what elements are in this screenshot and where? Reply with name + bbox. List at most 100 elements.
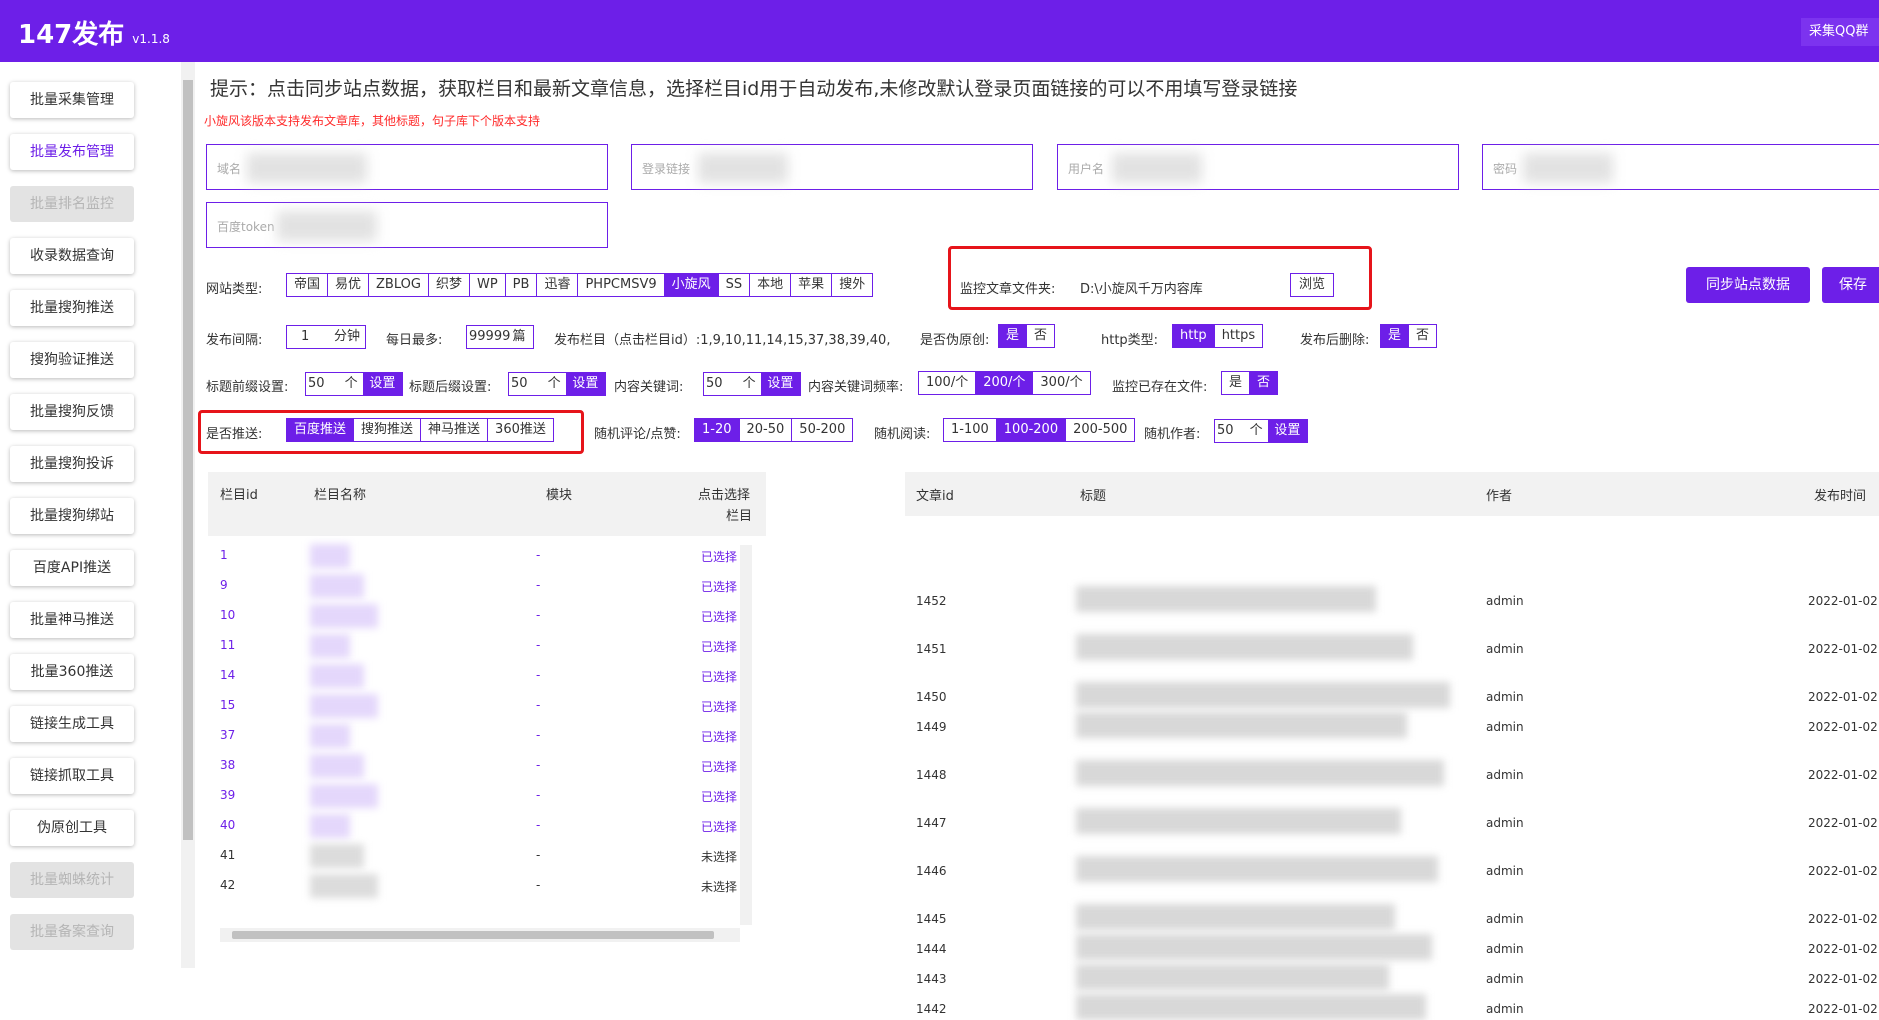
columns-hscroll-thumb[interactable]: [232, 931, 714, 939]
read-option-2[interactable]: 200-500: [1066, 419, 1134, 441]
sidebar-scrollbar-thumb[interactable]: [183, 80, 193, 840]
column-id[interactable]: 9: [220, 578, 228, 592]
author-set-button[interactable]: 设置: [1267, 420, 1307, 442]
column-id[interactable]: 11: [220, 638, 235, 652]
daily-input[interactable]: 99999 篇: [466, 325, 534, 349]
column-select-toggle[interactable]: 已选择: [701, 578, 737, 595]
sidebar-item-11[interactable]: 批量360推送: [10, 654, 134, 690]
column-select-toggle[interactable]: 未选择: [701, 848, 737, 865]
site-type-option-11[interactable]: 苹果: [791, 274, 833, 296]
column-id[interactable]: 38: [220, 758, 235, 772]
site-type-option-5[interactable]: PB: [506, 274, 538, 296]
column-select-toggle[interactable]: 已选择: [701, 728, 737, 745]
push-option-3[interactable]: 360推送: [488, 419, 553, 441]
sidebar-item-7[interactable]: 批量搜狗投诉: [10, 446, 134, 482]
pseudo-option-1[interactable]: 否: [1027, 325, 1054, 347]
sidebar-item-13[interactable]: 链接抓取工具: [10, 758, 134, 794]
prefix-set-button[interactable]: 设置: [362, 373, 402, 395]
column-id[interactable]: 39: [220, 788, 235, 802]
columns-vscroll[interactable]: [740, 545, 752, 925]
password-field[interactable]: 密码: [1482, 144, 1879, 190]
sidebar-item-8[interactable]: 批量搜狗绑站: [10, 498, 134, 534]
sidebar-item-14[interactable]: 伪原创工具: [10, 810, 134, 846]
delete-option-0[interactable]: 是: [1381, 325, 1410, 347]
save-button[interactable]: 保存: [1822, 267, 1879, 303]
site-type-option-3[interactable]: 织梦: [429, 274, 470, 296]
read-option-0[interactable]: 1-100: [944, 419, 997, 441]
push-option-1[interactable]: 搜狗推送: [354, 419, 422, 441]
comment-option-1[interactable]: 20-50: [740, 419, 793, 441]
interval-input[interactable]: 1 分钟: [286, 325, 366, 349]
baidu-token-field[interactable]: 百度token: [206, 202, 608, 248]
columns-hscroll[interactable]: [220, 928, 740, 942]
push-option-2[interactable]: 神马推送: [421, 419, 489, 441]
site-type-option-10[interactable]: 本地: [750, 274, 792, 296]
password-redacted: [1523, 153, 1613, 183]
sidebar-item-12[interactable]: 链接生成工具: [10, 706, 134, 742]
column-id[interactable]: 40: [220, 818, 235, 832]
browse-button[interactable]: 浏览: [1290, 273, 1335, 297]
domain-field[interactable]: 域名: [206, 144, 608, 190]
suffix-input[interactable]: 50 个设置: [508, 372, 606, 396]
column-select-toggle[interactable]: 未选择: [701, 878, 737, 895]
comment-option-0[interactable]: 1-20: [695, 419, 740, 441]
column-select-toggle[interactable]: 已选择: [701, 698, 737, 715]
sidebar-item-10[interactable]: 批量神马推送: [10, 602, 134, 638]
login-url-field[interactable]: 登录链接: [631, 144, 1033, 190]
qq-group-button[interactable]: 采集QQ群: [1801, 18, 1879, 46]
site-type-option-9[interactable]: SS: [719, 274, 751, 296]
suffix-set-button[interactable]: 设置: [565, 373, 605, 395]
article-time: 2022-01-02: [1808, 912, 1878, 926]
read-option-1[interactable]: 100-200: [996, 419, 1067, 441]
comment-option-2[interactable]: 50-200: [792, 419, 852, 441]
sidebar-item-9[interactable]: 百度API推送: [10, 550, 134, 586]
column-id[interactable]: 41: [220, 848, 235, 862]
sidebar-item-1[interactable]: 批量发布管理: [10, 134, 134, 170]
keyword-set-button[interactable]: 设置: [760, 373, 800, 395]
column-id[interactable]: 37: [220, 728, 235, 742]
site-type-option-2[interactable]: ZBLOG: [369, 274, 429, 296]
keyword-input[interactable]: 50 个设置: [703, 372, 801, 396]
column-select-toggle[interactable]: 已选择: [701, 758, 737, 775]
sidebar-item-4[interactable]: 批量搜狗推送: [10, 290, 134, 326]
column-id[interactable]: 15: [220, 698, 235, 712]
site-type-option-1[interactable]: 易优: [328, 274, 370, 296]
site-type-option-4[interactable]: WP: [470, 274, 506, 296]
http-option-0[interactable]: http: [1173, 325, 1215, 347]
column-select-toggle[interactable]: 已选择: [701, 668, 737, 685]
pseudo-option-0[interactable]: 是: [999, 325, 1028, 347]
site-type-option-0[interactable]: 帝国: [287, 274, 329, 296]
author-input[interactable]: 50 个设置: [1214, 419, 1308, 443]
site-type-option-8[interactable]: 小旋风: [664, 274, 719, 296]
column-select-toggle[interactable]: 已选择: [701, 608, 737, 625]
prefix-input[interactable]: 50 个设置: [305, 372, 403, 396]
frequency-option-0[interactable]: 100/个: [919, 372, 977, 394]
column-id[interactable]: 10: [220, 608, 235, 622]
delete-option-1[interactable]: 否: [1409, 325, 1436, 347]
column-select-toggle[interactable]: 已选择: [701, 818, 737, 835]
sync-site-button[interactable]: 同步站点数据: [1686, 267, 1810, 303]
column-select-toggle[interactable]: 已选择: [701, 638, 737, 655]
http-option-1[interactable]: https: [1215, 325, 1262, 347]
username-field[interactable]: 用户名: [1057, 144, 1459, 190]
site-type-option-7[interactable]: PHPCMSV9: [578, 274, 665, 296]
sidebar-item-5[interactable]: 搜狗验证推送: [10, 342, 134, 378]
col-select-header: 点击选择: [698, 488, 751, 503]
column-select-toggle[interactable]: 已选择: [701, 788, 737, 805]
author-value: 50: [1217, 423, 1234, 438]
frequency-option-2[interactable]: 300/个: [1033, 372, 1089, 394]
sidebar-scrollbar[interactable]: [181, 62, 195, 968]
sidebar-item-6[interactable]: 批量搜狗反馈: [10, 394, 134, 430]
exist-option-1[interactable]: 否: [1250, 372, 1278, 394]
column-id[interactable]: 14: [220, 668, 235, 682]
column-select-toggle[interactable]: 已选择: [701, 548, 737, 565]
column-id[interactable]: 1: [220, 548, 228, 562]
push-option-0[interactable]: 百度推送: [287, 419, 355, 441]
column-id[interactable]: 42: [220, 878, 235, 892]
frequency-option-1[interactable]: 200/个: [976, 372, 1034, 394]
sidebar-item-0[interactable]: 批量采集管理: [10, 82, 134, 118]
site-type-option-12[interactable]: 搜外: [832, 274, 872, 296]
exist-option-0[interactable]: 是: [1222, 372, 1251, 394]
sidebar-item-3[interactable]: 收录数据查询: [10, 238, 134, 274]
site-type-option-6[interactable]: 迅睿: [537, 274, 579, 296]
